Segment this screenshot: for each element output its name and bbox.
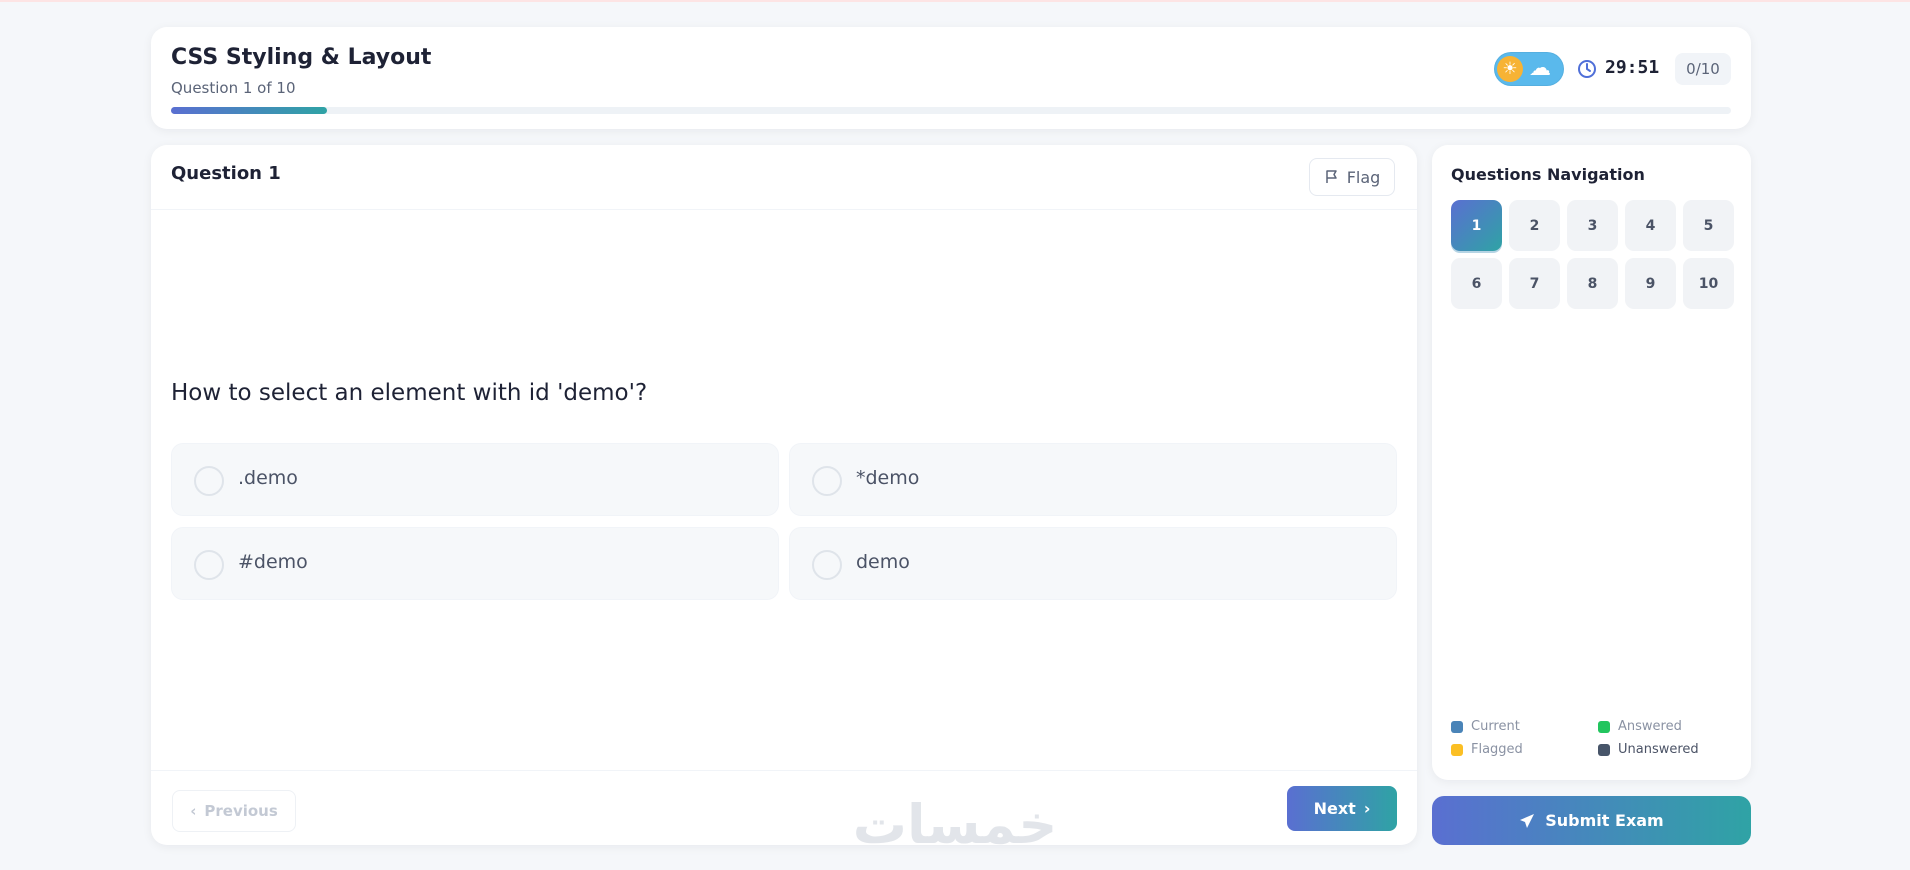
legend-label: Answered <box>1618 719 1682 734</box>
question-nav-button[interactable]: 7 <box>1509 258 1560 309</box>
clock-icon <box>1578 60 1596 78</box>
option-label: .demo <box>238 467 298 489</box>
question-card: Question 1 Flag How to select an element… <box>151 145 1417 845</box>
radio-button[interactable] <box>812 466 842 496</box>
option-a[interactable]: .demo <box>171 443 779 516</box>
next-label: Next <box>1313 799 1356 818</box>
option-label: #demo <box>238 551 308 573</box>
question-nav-button[interactable]: 8 <box>1567 258 1618 309</box>
exam-title: CSS Styling & Layout <box>171 45 432 70</box>
question-nav-button[interactable]: 4 <box>1625 200 1676 251</box>
submit-exam-button[interactable]: Submit Exam <box>1432 796 1751 845</box>
theme-toggle[interactable]: ☀ ☁ <box>1494 52 1564 86</box>
question-nav-button[interactable]: 5 <box>1683 200 1734 251</box>
legend-label: Unanswered <box>1618 742 1699 757</box>
question-nav-button[interactable]: 9 <box>1625 258 1676 309</box>
next-button[interactable]: Next › <box>1287 786 1397 831</box>
question-heading: Question 1 <box>171 163 281 184</box>
navigation-title: Questions Navigation <box>1451 165 1645 184</box>
question-nav-button[interactable]: 1 <box>1451 200 1502 251</box>
progress-bar <box>171 107 1731 114</box>
previous-label: Previous <box>204 802 278 820</box>
legend-item: Current <box>1451 719 1598 734</box>
chevron-left-icon: ‹ <box>190 802 197 820</box>
question-grid: 1 2 3 4 5 6 7 8 9 10 <box>1451 200 1734 309</box>
legend-label: Current <box>1471 719 1520 734</box>
divider <box>151 209 1417 210</box>
legend-label: Flagged <box>1471 742 1523 757</box>
option-label: demo <box>856 551 910 573</box>
score-badge: 0/10 <box>1675 53 1731 85</box>
radio-button[interactable] <box>194 550 224 580</box>
option-b[interactable]: *demo <box>789 443 1397 516</box>
legend-swatch <box>1598 720 1610 733</box>
question-counter: Question 1 of 10 <box>171 79 296 97</box>
legend-item: Flagged <box>1451 742 1598 757</box>
legend-swatch <box>1598 743 1610 756</box>
question-nav-button[interactable]: 6 <box>1451 258 1502 309</box>
legend-item: Unanswered <box>1598 742 1733 757</box>
sun-icon: ☀ <box>1497 56 1523 82</box>
legend-swatch <box>1451 743 1463 756</box>
question-nav-button[interactable]: 2 <box>1509 200 1560 251</box>
status-legend: Current Answered Flagged Unanswered <box>1451 719 1733 757</box>
radio-button[interactable] <box>812 550 842 580</box>
option-c[interactable]: #demo <box>171 527 779 600</box>
watermark-logo: خمسات <box>852 793 1058 856</box>
top-accent-line <box>0 0 1910 2</box>
submit-label: Submit Exam <box>1545 811 1664 830</box>
progress-fill <box>171 107 327 114</box>
timer: 29:51 <box>1605 57 1660 78</box>
legend-item: Answered <box>1598 719 1733 734</box>
option-d[interactable]: demo <box>789 527 1397 600</box>
previous-button[interactable]: ‹ Previous <box>172 790 296 832</box>
cloud-icon: ☁ <box>1529 56 1551 81</box>
legend-swatch <box>1451 720 1463 733</box>
question-nav-button[interactable]: 3 <box>1567 200 1618 251</box>
chevron-right-icon: › <box>1363 799 1371 818</box>
question-nav-button[interactable]: 10 <box>1683 258 1734 309</box>
divider <box>151 770 1417 771</box>
send-icon <box>1520 813 1535 828</box>
flag-icon <box>1325 170 1337 183</box>
flag-label: Flag <box>1346 167 1381 187</box>
flag-button[interactable]: Flag <box>1309 158 1395 196</box>
radio-button[interactable] <box>194 466 224 496</box>
question-text: How to select an element with id 'demo'? <box>171 380 648 406</box>
option-label: *demo <box>856 467 920 489</box>
exam-header: CSS Styling & Layout Question 1 of 10 ☀ … <box>151 27 1751 129</box>
questions-navigation-panel: Questions Navigation 1 2 3 4 5 6 7 8 9 10 Current… <box>1432 145 1751 780</box>
